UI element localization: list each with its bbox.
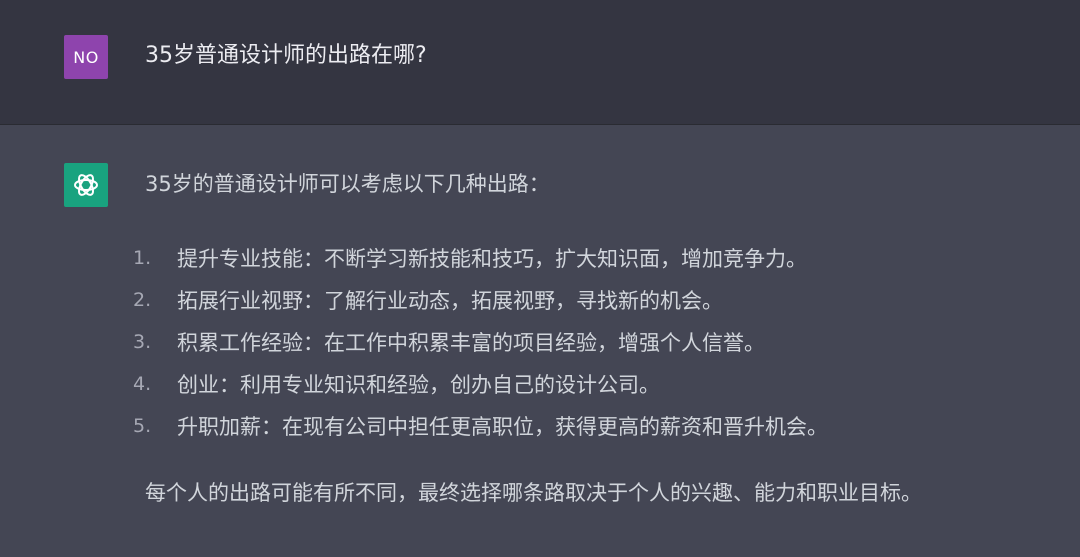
user-avatar-initials: NO xyxy=(73,47,99,67)
answer-intro: 35岁的普通设计师可以考虑以下几种出路： xyxy=(145,172,550,196)
user-avatar: NO xyxy=(64,35,108,79)
assistant-message-row: 35岁的普通设计师可以考虑以下几种出路： 1. 提升专业技能：不断学习新技能和技… xyxy=(0,125,1080,557)
list-item-text: 升职加薪：在现有公司中担任更高职位，获得更高的薪资和晋升机会。 xyxy=(177,415,828,439)
list-item: 4. 创业：利用专业知识和经验，创办自己的设计公司。 xyxy=(133,363,828,405)
list-item-text: 创业：利用专业知识和经验，创办自己的设计公司。 xyxy=(177,373,660,397)
chat-conversation: NO 35岁普通设计师的出路在哪? 35岁的普通设计师可以考虑以下几种出路： 1… xyxy=(0,0,1080,557)
answer-conclusion: 每个人的出路可能有所不同，最终选择哪条路取决于个人的兴趣、能力和职业目标。 xyxy=(145,481,922,505)
list-item-number: 3. xyxy=(133,331,152,353)
list-item-number: 4. xyxy=(133,373,152,395)
list-item: 1. 提升专业技能：不断学习新技能和技巧，扩大知识面，增加竞争力。 xyxy=(133,237,828,279)
answer-list: 1. 提升专业技能：不断学习新技能和技巧，扩大知识面，增加竞争力。 2. 拓展行… xyxy=(133,237,828,447)
list-item-text: 积累工作经验：在工作中积累丰富的项目经验，增强个人信誉。 xyxy=(177,331,765,355)
list-item-text: 提升专业技能：不断学习新技能和技巧，扩大知识面，增加竞争力。 xyxy=(177,247,807,271)
openai-logo-icon xyxy=(74,174,98,196)
list-item: 2. 拓展行业视野：了解行业动态，拓展视野，寻找新的机会。 xyxy=(133,279,828,321)
user-question: 35岁普通设计师的出路在哪? xyxy=(145,43,427,68)
assistant-avatar xyxy=(64,163,108,207)
list-item-number: 1. xyxy=(133,247,152,269)
user-message-row: NO 35岁普通设计师的出路在哪? xyxy=(0,0,1080,125)
list-item-number: 5. xyxy=(133,415,152,437)
list-item-number: 2. xyxy=(133,289,152,311)
list-item: 5. 升职加薪：在现有公司中担任更高职位，获得更高的薪资和晋升机会。 xyxy=(133,405,828,447)
list-item: 3. 积累工作经验：在工作中积累丰富的项目经验，增强个人信誉。 xyxy=(133,321,828,363)
list-item-text: 拓展行业视野：了解行业动态，拓展视野，寻找新的机会。 xyxy=(177,289,723,313)
